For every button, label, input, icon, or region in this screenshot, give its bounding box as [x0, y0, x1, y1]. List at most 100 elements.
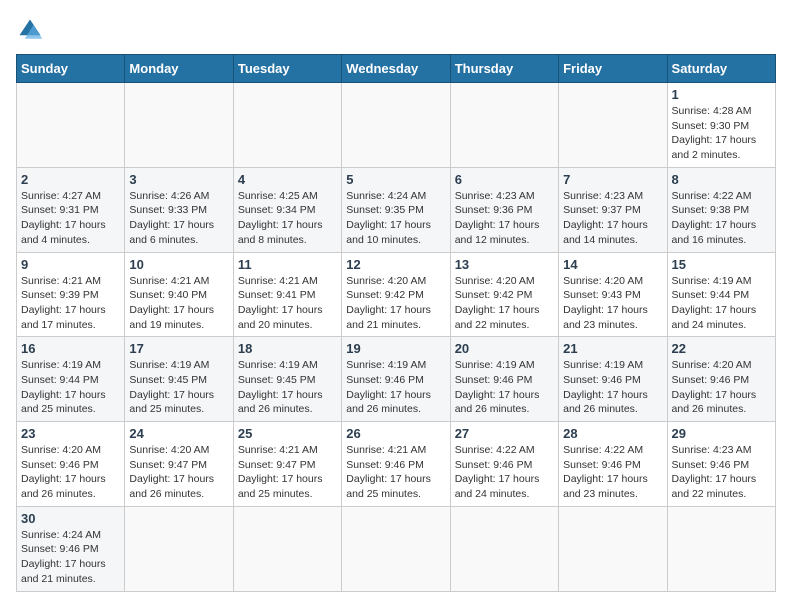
calendar-cell: 13 Sunrise: 4:20 AM Sunset: 9:42 PM Dayli…: [450, 252, 558, 337]
day-info: Sunrise: 4:21 AM Sunset: 9:46 PM Dayligh…: [346, 443, 445, 502]
day-info: Sunrise: 4:26 AM Sunset: 9:33 PM Dayligh…: [129, 189, 228, 248]
calendar-cell: [125, 506, 233, 591]
day-number: 7: [563, 172, 662, 187]
day-number: 11: [238, 257, 337, 272]
day-info: Sunrise: 4:23 AM Sunset: 9:37 PM Dayligh…: [563, 189, 662, 248]
day-number: 10: [129, 257, 228, 272]
day-number: 26: [346, 426, 445, 441]
calendar-cell: 2 Sunrise: 4:27 AM Sunset: 9:31 PM Daylig…: [17, 167, 125, 252]
calendar-cell: 22Sunrise: 4:20 AM Sunset: 9:46 PM Dayli…: [667, 337, 775, 422]
calendar-cell: [233, 506, 341, 591]
day-number: 12: [346, 257, 445, 272]
day-info: Sunrise: 4:19 AM Sunset: 9:45 PM Dayligh…: [238, 358, 337, 417]
calendar-cell: [450, 506, 558, 591]
calendar-cell: 7 Sunrise: 4:23 AM Sunset: 9:37 PM Daylig…: [559, 167, 667, 252]
day-info: Sunrise: 4:23 AM Sunset: 9:46 PM Dayligh…: [672, 443, 771, 502]
calendar-cell: 1Sunrise: 4:28 AM Sunset: 9:30 PM Daylig…: [667, 83, 775, 168]
calendar-cell: 20 Sunrise: 4:19 AM Sunset: 9:46 PM Dayli…: [450, 337, 558, 422]
day-number: 28: [563, 426, 662, 441]
calendar-cell: 25 Sunrise: 4:21 AM Sunset: 9:47 PM Dayli…: [233, 422, 341, 507]
day-info: Sunrise: 4:22 AM Sunset: 9:46 PM Dayligh…: [455, 443, 554, 502]
calendar-cell: 30 Sunrise: 4:24 AM Sunset: 9:46 PM Dayli…: [17, 506, 125, 591]
day-number: 29: [672, 426, 771, 441]
calendar-cell: 5 Sunrise: 4:24 AM Sunset: 9:35 PM Daylig…: [342, 167, 450, 252]
day-info: Sunrise: 4:19 AM Sunset: 9:45 PM Dayligh…: [129, 358, 228, 417]
weekday-header-wednesday: Wednesday: [342, 55, 450, 83]
day-info: Sunrise: 4:19 AM Sunset: 9:46 PM Dayligh…: [455, 358, 554, 417]
day-info: Sunrise: 4:25 AM Sunset: 9:34 PM Dayligh…: [238, 189, 337, 248]
day-info: Sunrise: 4:19 AM Sunset: 9:46 PM Dayligh…: [346, 358, 445, 417]
day-number: 2: [21, 172, 120, 187]
day-info: Sunrise: 4:20 AM Sunset: 9:46 PM Dayligh…: [21, 443, 120, 502]
logo-icon: [16, 16, 44, 44]
calendar-cell: 23 Sunrise: 4:20 AM Sunset: 9:46 PM Dayli…: [17, 422, 125, 507]
calendar-cell: 28 Sunrise: 4:22 AM Sunset: 9:46 PM Dayli…: [559, 422, 667, 507]
calendar-cell: [450, 83, 558, 168]
calendar-cell: 9 Sunrise: 4:21 AM Sunset: 9:39 PM Daylig…: [17, 252, 125, 337]
day-info: Sunrise: 4:23 AM Sunset: 9:36 PM Dayligh…: [455, 189, 554, 248]
day-info: Sunrise: 4:20 AM Sunset: 9:47 PM Dayligh…: [129, 443, 228, 502]
calendar-cell: [342, 83, 450, 168]
day-number: 14: [563, 257, 662, 272]
day-info: Sunrise: 4:21 AM Sunset: 9:47 PM Dayligh…: [238, 443, 337, 502]
calendar-cell: 17 Sunrise: 4:19 AM Sunset: 9:45 PM Dayli…: [125, 337, 233, 422]
weekday-header-sunday: Sunday: [17, 55, 125, 83]
day-info: Sunrise: 4:21 AM Sunset: 9:41 PM Dayligh…: [238, 274, 337, 333]
day-info: Sunrise: 4:19 AM Sunset: 9:44 PM Dayligh…: [21, 358, 120, 417]
calendar-cell: [17, 83, 125, 168]
calendar-cell: 8Sunrise: 4:22 AM Sunset: 9:38 PM Daylig…: [667, 167, 775, 252]
day-number: 16: [21, 341, 120, 356]
day-number: 9: [21, 257, 120, 272]
calendar-cell: 24 Sunrise: 4:20 AM Sunset: 9:47 PM Dayli…: [125, 422, 233, 507]
day-info: Sunrise: 4:20 AM Sunset: 9:42 PM Dayligh…: [455, 274, 554, 333]
page-header: [16, 16, 776, 44]
day-number: 5: [346, 172, 445, 187]
calendar-cell: [125, 83, 233, 168]
day-number: 6: [455, 172, 554, 187]
calendar-cell: 29 Sunrise: 4:23 AM Sunset: 9:46 PM Dayli…: [667, 422, 775, 507]
day-info: Sunrise: 4:19 AM Sunset: 9:46 PM Dayligh…: [563, 358, 662, 417]
day-info: Sunrise: 4:24 AM Sunset: 9:35 PM Dayligh…: [346, 189, 445, 248]
weekday-header-friday: Friday: [559, 55, 667, 83]
day-number: 1: [672, 87, 771, 102]
day-number: 20: [455, 341, 554, 356]
day-info: Sunrise: 4:20 AM Sunset: 9:42 PM Dayligh…: [346, 274, 445, 333]
day-number: 24: [129, 426, 228, 441]
calendar-cell: 4 Sunrise: 4:25 AM Sunset: 9:34 PM Daylig…: [233, 167, 341, 252]
calendar-cell: 6 Sunrise: 4:23 AM Sunset: 9:36 PM Daylig…: [450, 167, 558, 252]
calendar-cell: 16 Sunrise: 4:19 AM Sunset: 9:44 PM Dayli…: [17, 337, 125, 422]
day-number: 13: [455, 257, 554, 272]
calendar-cell: 3 Sunrise: 4:26 AM Sunset: 9:33 PM Daylig…: [125, 167, 233, 252]
day-number: 27: [455, 426, 554, 441]
day-number: 8: [672, 172, 771, 187]
calendar-cell: 11 Sunrise: 4:21 AM Sunset: 9:41 PM Dayli…: [233, 252, 341, 337]
day-info: Sunrise: 4:27 AM Sunset: 9:31 PM Dayligh…: [21, 189, 120, 248]
day-info: Sunrise: 4:21 AM Sunset: 9:39 PM Dayligh…: [21, 274, 120, 333]
day-number: 23: [21, 426, 120, 441]
day-info: Sunrise: 4:20 AM Sunset: 9:46 PM Dayligh…: [672, 358, 771, 417]
day-number: 15: [672, 257, 771, 272]
day-number: 18: [238, 341, 337, 356]
day-number: 4: [238, 172, 337, 187]
calendar-cell: 18 Sunrise: 4:19 AM Sunset: 9:45 PM Dayli…: [233, 337, 341, 422]
day-info: Sunrise: 4:20 AM Sunset: 9:43 PM Dayligh…: [563, 274, 662, 333]
day-info: Sunrise: 4:24 AM Sunset: 9:46 PM Dayligh…: [21, 528, 120, 587]
day-number: 21: [563, 341, 662, 356]
day-info: Sunrise: 4:19 AM Sunset: 9:44 PM Dayligh…: [672, 274, 771, 333]
calendar-cell: 27 Sunrise: 4:22 AM Sunset: 9:46 PM Dayli…: [450, 422, 558, 507]
day-number: 30: [21, 511, 120, 526]
day-number: 25: [238, 426, 337, 441]
day-number: 17: [129, 341, 228, 356]
calendar-cell: [667, 506, 775, 591]
calendar-cell: 21 Sunrise: 4:19 AM Sunset: 9:46 PM Dayli…: [559, 337, 667, 422]
calendar-cell: 12 Sunrise: 4:20 AM Sunset: 9:42 PM Dayli…: [342, 252, 450, 337]
calendar-cell: [559, 83, 667, 168]
calendar: SundayMondayTuesdayWednesdayThursdayFrid…: [16, 54, 776, 592]
day-info: Sunrise: 4:22 AM Sunset: 9:46 PM Dayligh…: [563, 443, 662, 502]
calendar-cell: 14 Sunrise: 4:20 AM Sunset: 9:43 PM Dayli…: [559, 252, 667, 337]
calendar-cell: 15 Sunrise: 4:19 AM Sunset: 9:44 PM Dayli…: [667, 252, 775, 337]
weekday-header-thursday: Thursday: [450, 55, 558, 83]
day-number: 3: [129, 172, 228, 187]
calendar-cell: [342, 506, 450, 591]
day-number: 19: [346, 341, 445, 356]
